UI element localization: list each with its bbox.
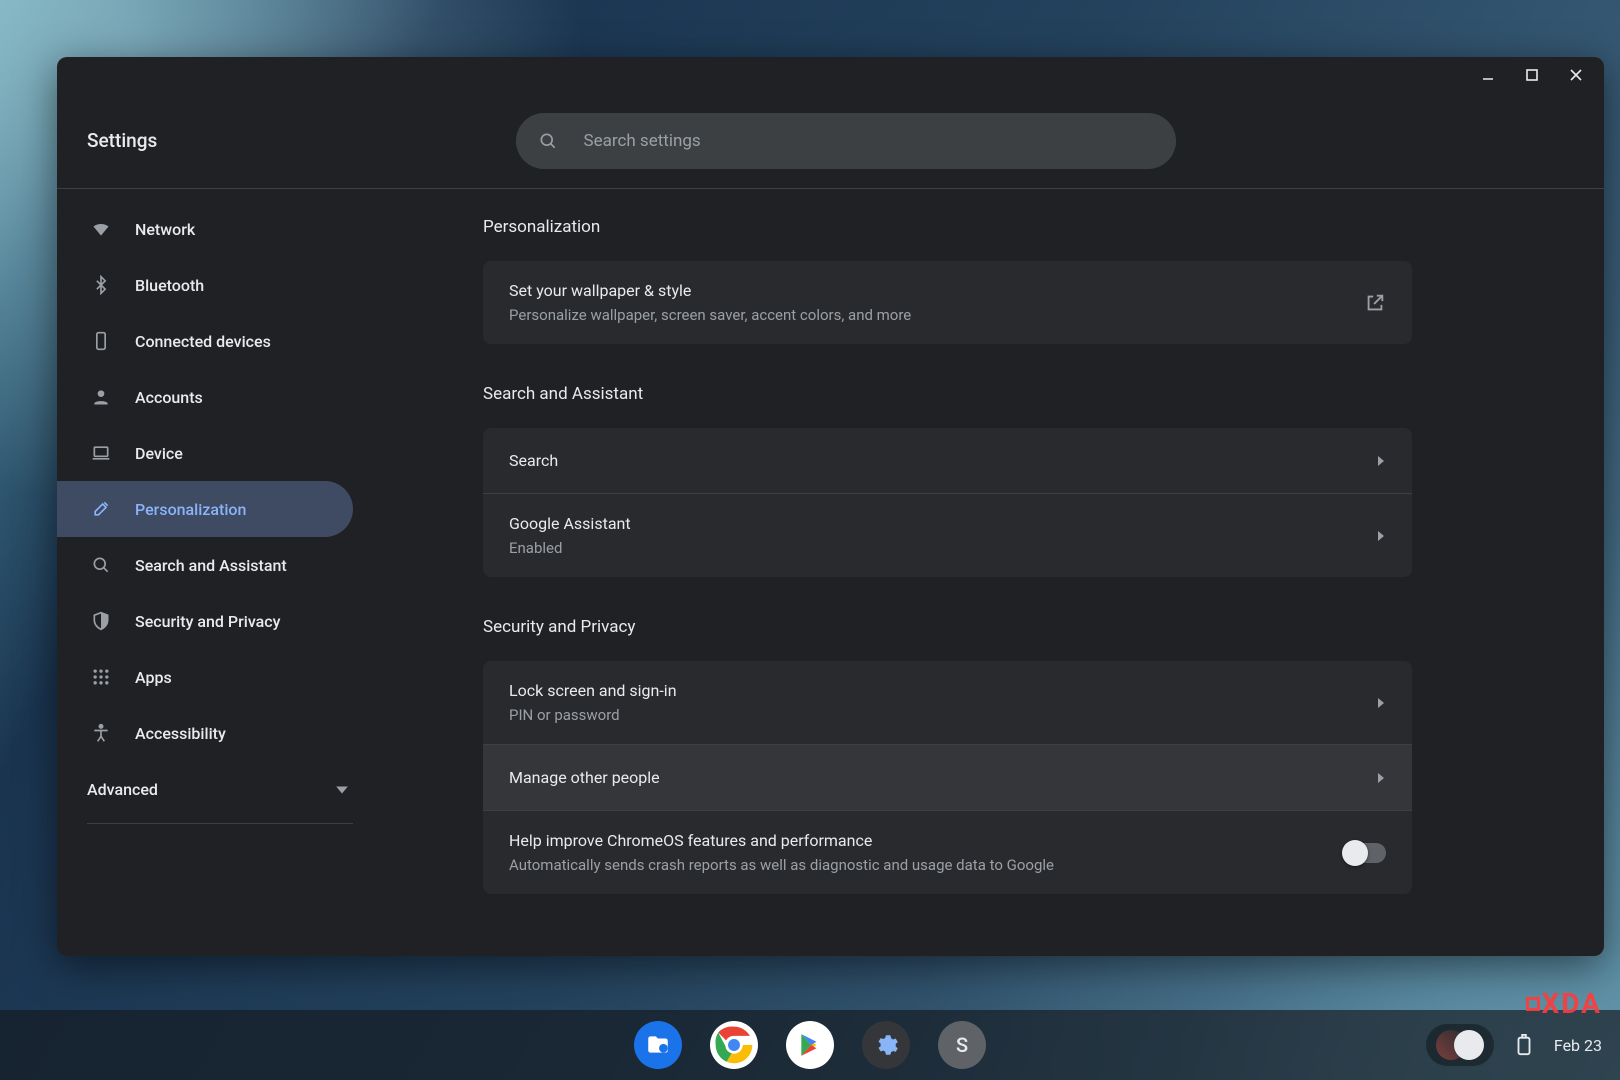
sidebar-item-label: Accounts bbox=[135, 388, 203, 407]
row-title: Set your wallpaper & style bbox=[509, 281, 911, 300]
sidebar-item-personalization[interactable]: Personalization bbox=[57, 481, 353, 537]
gear-icon bbox=[873, 1032, 899, 1058]
card-search-assistant: Search Google Assistant Enabled bbox=[483, 428, 1412, 577]
wifi-icon bbox=[91, 219, 111, 239]
chevron-down-icon bbox=[335, 783, 349, 797]
sidebar-item-connected-devices[interactable]: Connected devices bbox=[57, 313, 353, 369]
phone-icon bbox=[91, 331, 111, 351]
watermark: XDA bbox=[1526, 987, 1603, 1020]
shelf-chrome-app[interactable] bbox=[710, 1021, 758, 1069]
shield-icon bbox=[91, 611, 111, 631]
close-button[interactable] bbox=[1554, 57, 1598, 93]
chevron-right-icon bbox=[1376, 456, 1386, 466]
row-help-improve[interactable]: Help improve ChromeOS features and perfo… bbox=[483, 811, 1412, 894]
sidebar-item-label: Search and Assistant bbox=[135, 556, 287, 575]
sidebar-item-accessibility[interactable]: Accessibility bbox=[57, 705, 353, 761]
row-subtitle: Automatically sends crash reports as wel… bbox=[509, 856, 1054, 874]
shelf-files-app[interactable] bbox=[634, 1021, 682, 1069]
row-lock-screen[interactable]: Lock screen and sign-in PIN or password bbox=[483, 661, 1412, 745]
card-security: Lock screen and sign-in PIN or password … bbox=[483, 661, 1412, 894]
laptop-icon bbox=[91, 443, 111, 463]
sidebar-item-search-assistant[interactable]: Search and Assistant bbox=[57, 537, 353, 593]
sidebar-item-label: Device bbox=[135, 444, 183, 463]
card-personalization: Set your wallpaper & style Personalize w… bbox=[483, 261, 1412, 344]
sidebar-item-label: Apps bbox=[135, 668, 172, 687]
shelf-avatar-app[interactable]: S bbox=[938, 1021, 986, 1069]
sidebar-item-label: Connected devices bbox=[135, 332, 271, 351]
sidebar-item-label: Personalization bbox=[135, 500, 246, 519]
chevron-right-icon bbox=[1376, 531, 1386, 541]
row-wallpaper-style[interactable]: Set your wallpaper & style Personalize w… bbox=[483, 261, 1412, 344]
shelf-settings-app[interactable] bbox=[862, 1021, 910, 1069]
sidebar-item-security[interactable]: Security and Privacy bbox=[57, 593, 353, 649]
avatar-letter: S bbox=[956, 1033, 968, 1057]
row-subtitle: Personalize wallpaper, screen saver, acc… bbox=[509, 306, 911, 324]
row-subtitle: Enabled bbox=[509, 539, 631, 557]
row-search[interactable]: Search bbox=[483, 428, 1412, 494]
open-external-icon bbox=[1364, 292, 1386, 314]
section-title-security: Security and Privacy bbox=[483, 617, 1412, 637]
search-icon bbox=[538, 131, 558, 151]
apps-icon bbox=[91, 667, 111, 687]
row-google-assistant[interactable]: Google Assistant Enabled bbox=[483, 494, 1412, 577]
row-title: Google Assistant bbox=[509, 514, 631, 533]
brush-icon bbox=[91, 499, 111, 519]
shelf: S Feb 23 bbox=[0, 1010, 1620, 1080]
shelf-play-store-app[interactable] bbox=[786, 1021, 834, 1069]
battery-icon bbox=[1514, 1034, 1534, 1056]
row-manage-other-people[interactable]: Manage other people bbox=[483, 745, 1412, 811]
sidebar-advanced-toggle[interactable]: Advanced bbox=[57, 761, 403, 817]
chevron-right-icon bbox=[1376, 773, 1386, 783]
main-content: Personalization Set your wallpaper & sty… bbox=[403, 189, 1604, 956]
maximize-button[interactable] bbox=[1510, 57, 1554, 93]
app-title: Settings bbox=[87, 129, 387, 152]
minimize-button[interactable] bbox=[1466, 57, 1510, 93]
search-icon bbox=[91, 555, 111, 575]
user-avatar-icon bbox=[1454, 1030, 1484, 1060]
sidebar-item-device[interactable]: Device bbox=[57, 425, 353, 481]
sidebar-item-bluetooth[interactable]: Bluetooth bbox=[57, 257, 353, 313]
person-icon bbox=[91, 387, 111, 407]
status-tray[interactable] bbox=[1426, 1024, 1494, 1066]
sidebar-item-label: Accessibility bbox=[135, 724, 226, 743]
section-title-search-assistant: Search and Assistant bbox=[483, 384, 1412, 404]
window-titlebar bbox=[57, 57, 1604, 93]
toggle-help-improve[interactable] bbox=[1344, 843, 1386, 863]
sidebar-item-apps[interactable]: Apps bbox=[57, 649, 353, 705]
play-icon bbox=[797, 1032, 823, 1058]
chrome-icon bbox=[712, 1023, 756, 1067]
folder-icon bbox=[645, 1032, 671, 1058]
settings-window: Settings Search settings Network Bluetoo… bbox=[57, 57, 1604, 956]
chevron-right-icon bbox=[1376, 698, 1386, 708]
search-placeholder: Search settings bbox=[584, 131, 701, 151]
row-title: Help improve ChromeOS features and perfo… bbox=[509, 831, 1054, 850]
shelf-status-area[interactable]: Feb 23 bbox=[1426, 1024, 1602, 1066]
search-input[interactable]: Search settings bbox=[516, 113, 1176, 169]
sidebar-item-label: Network bbox=[135, 220, 195, 239]
shelf-pinned-apps: S bbox=[634, 1021, 986, 1069]
row-title: Search bbox=[509, 451, 558, 470]
shelf-date: Feb 23 bbox=[1554, 1036, 1602, 1055]
section-title-personalization: Personalization bbox=[483, 217, 1412, 237]
sidebar-item-network[interactable]: Network bbox=[57, 201, 353, 257]
row-subtitle: PIN or password bbox=[509, 706, 677, 724]
sidebar-divider bbox=[87, 823, 353, 824]
sidebar-item-label: Bluetooth bbox=[135, 276, 204, 295]
sidebar-item-accounts[interactable]: Accounts bbox=[57, 369, 353, 425]
accessibility-icon bbox=[91, 723, 111, 743]
sidebar-item-label: Security and Privacy bbox=[135, 612, 280, 631]
bluetooth-icon bbox=[91, 275, 111, 295]
advanced-label: Advanced bbox=[87, 780, 158, 799]
row-title: Lock screen and sign-in bbox=[509, 681, 677, 700]
header: Settings Search settings bbox=[57, 93, 1604, 189]
row-title: Manage other people bbox=[509, 768, 660, 787]
sidebar: Network Bluetooth Connected devices Acco… bbox=[57, 189, 403, 956]
